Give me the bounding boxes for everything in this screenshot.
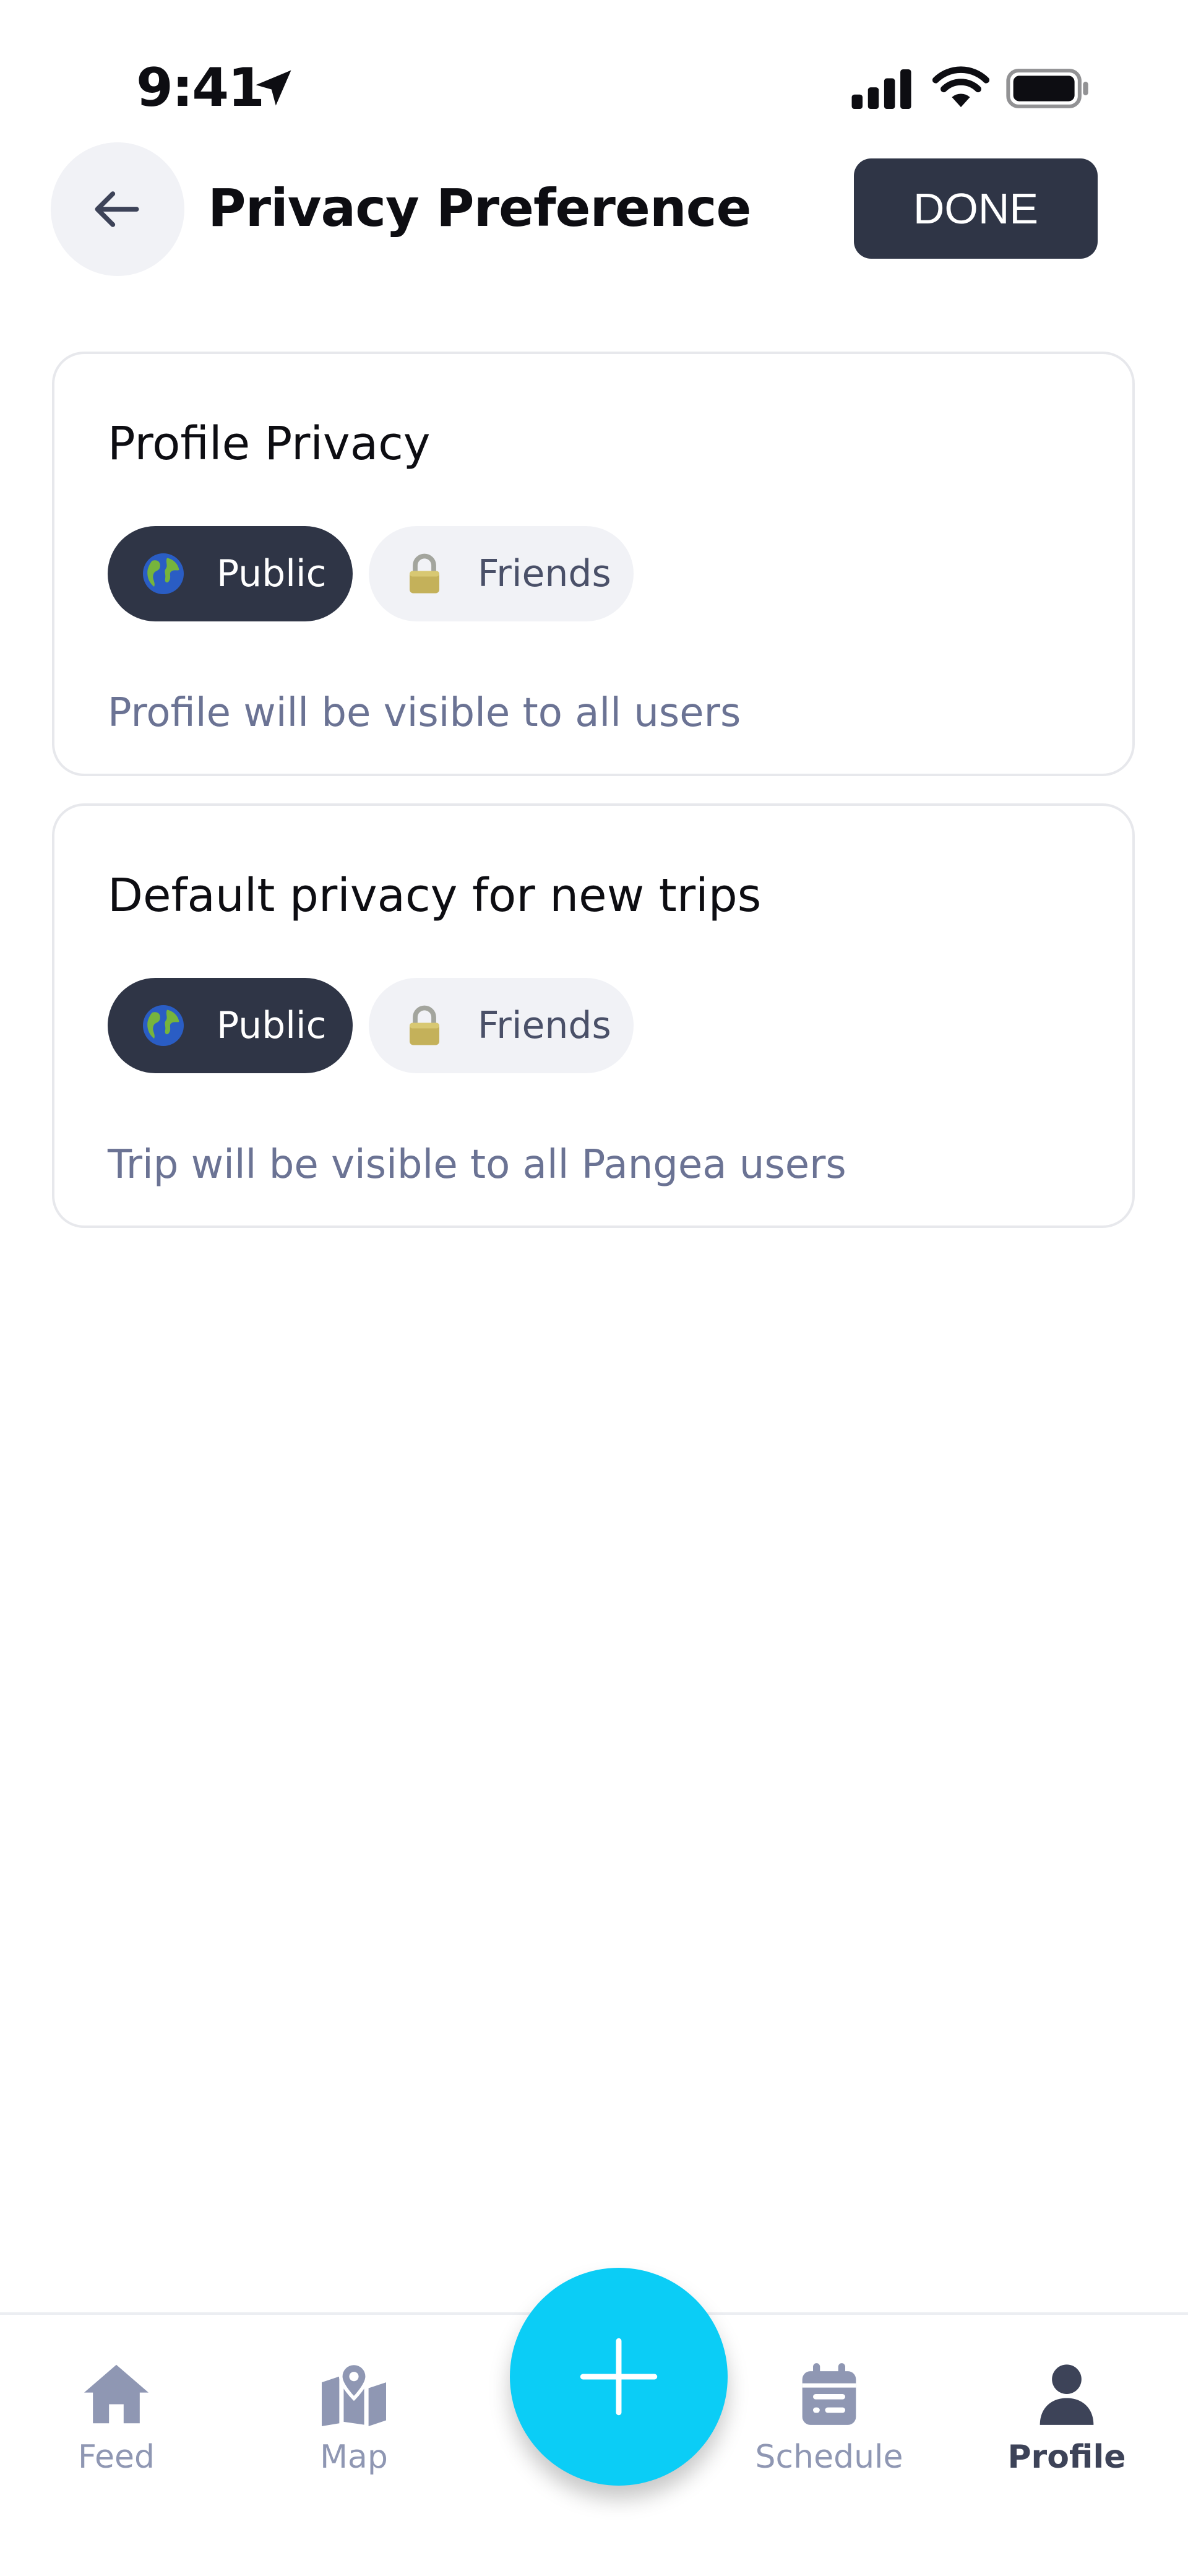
globe-icon [143,553,184,594]
nav-item-feed[interactable]: Feed [24,2362,209,2476]
lock-icon [410,1005,439,1045]
public-option-button[interactable]: Public [108,526,353,621]
globe-icon [143,1005,184,1046]
section-description: Profile will be visible to all users [108,690,741,736]
trip-privacy-card: Default privacy for new trips Public Fri… [52,803,1135,1228]
location-arrow-icon [256,70,291,106]
profile-privacy-card: Profile Privacy Public Friends Profile w… [52,352,1135,776]
arrow-left-icon [95,191,139,227]
nav-item-schedule[interactable]: Schedule [736,2362,922,2476]
add-button[interactable] [510,2268,728,2486]
back-button[interactable] [51,142,184,276]
done-button[interactable]: DONE [854,158,1098,259]
nav-label: Profile [1007,2439,1126,2476]
nav-item-profile[interactable]: Profile [974,2362,1160,2476]
section-description: Trip will be visible to all Pangea users [108,1142,846,1188]
nav-label: Schedule [755,2439,903,2476]
option-label: Public [217,552,327,595]
lock-icon [410,553,439,594]
option-label: Friends [478,552,611,595]
status-time: 9:41 [136,57,265,119]
friends-option-button[interactable]: Friends [369,526,634,621]
plus-icon [580,2338,658,2416]
section-title: Profile Privacy [108,417,431,470]
user-icon [1040,2364,1094,2425]
section-title: Default privacy for new trips [108,869,762,922]
nav-label: Feed [77,2439,155,2476]
public-option-button[interactable]: Public [108,978,353,1073]
home-icon [84,2364,148,2424]
map-pin-icon [322,2362,386,2426]
nav-item-map[interactable]: Map [261,2362,447,2476]
friends-option-button[interactable]: Friends [369,978,634,1073]
wifi-icon [932,66,990,108]
nav-label: Map [320,2439,388,2476]
page-title: Privacy Preference [208,178,751,238]
battery-icon [1006,69,1088,108]
option-label: Friends [478,1004,611,1047]
cellular-signal-icon [851,69,911,109]
option-label: Public [217,1004,327,1047]
calendar-icon [802,2363,856,2425]
